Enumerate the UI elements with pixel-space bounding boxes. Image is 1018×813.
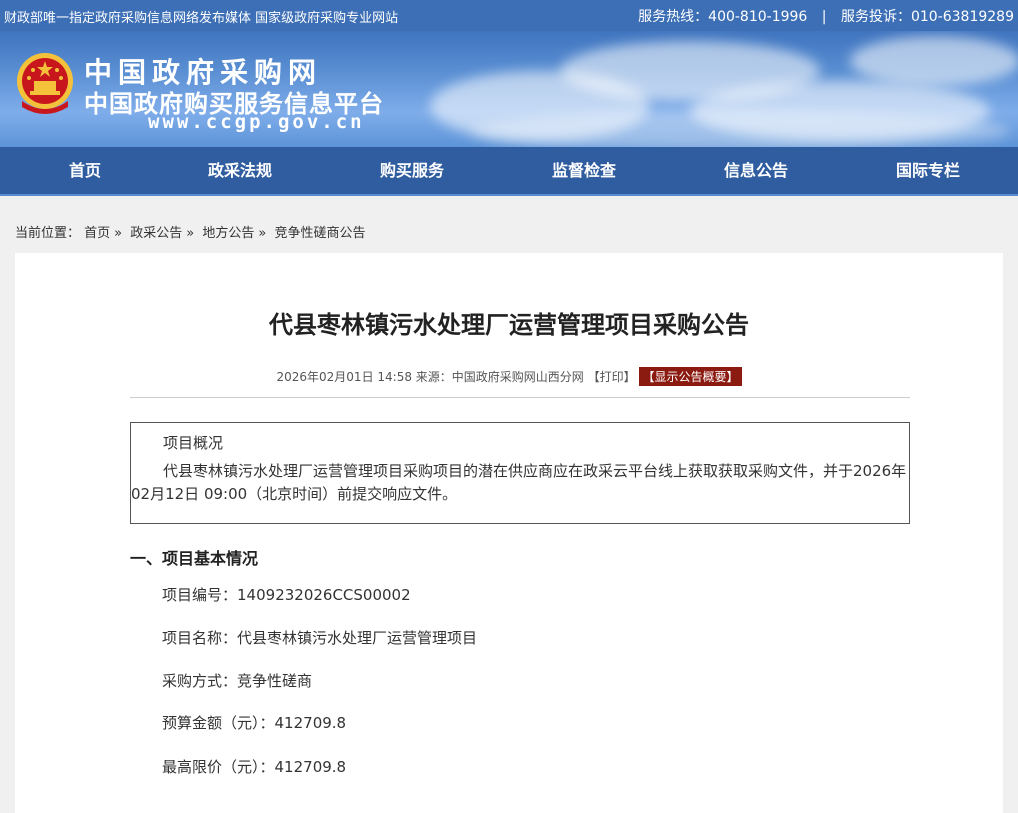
print-link[interactable]: 【打印】 [588, 370, 636, 384]
nav-international[interactable]: 国际专栏 [843, 147, 1013, 194]
field-project-number: 项目编号：1409232026CCS00002 [162, 584, 411, 605]
section-heading: 一、项目基本情况 [130, 549, 259, 568]
main-nav: 首页 政采法规 购买服务 监督检查 信息公告 国际专栏 [0, 147, 1018, 196]
field-value: 1409232026CCS00002 [237, 586, 411, 604]
field-label: 采购方式： [162, 672, 238, 690]
hotlines: 服务热线：400-810-1996 | 服务投诉：010-63819289 [638, 6, 1014, 26]
field-value: 412709.8 [274, 714, 347, 732]
nav-purchase-services[interactable]: 购买服务 [327, 147, 497, 194]
breadcrumb-arrow: » [258, 226, 267, 241]
field-value: 代县枣林镇污水处理厂运营管理项目 [237, 629, 478, 647]
breadcrumb-home[interactable]: 首页 [84, 226, 110, 241]
article-title: 代县枣林镇污水处理厂运营管理项目采购公告 [269, 311, 749, 339]
nav-home[interactable]: 首页 [0, 147, 170, 194]
service-hotline: 服务热线：400-810-1996 [638, 9, 808, 25]
field-budget: 预算金额（元）：412709.8 [162, 712, 346, 733]
site-slogan: 财政部唯一指定政府采购信息网络发布媒体 国家级政府采购专业网站 [4, 11, 399, 26]
hotline-separator: | [821, 9, 827, 25]
top-bar: 财政部唯一指定政府采购信息网络发布媒体 国家级政府采购专业网站 服务热线：400… [0, 0, 1018, 31]
complaint-hotline: 服务投诉：010-63819289 [840, 9, 1014, 25]
nav-announcements[interactable]: 信息公告 [671, 147, 841, 194]
divider [130, 397, 910, 398]
nav-regulations[interactable]: 政采法规 [155, 147, 325, 194]
field-label: 预算金额（元）： [162, 714, 275, 732]
breadcrumb-prefix: 当前位置： [15, 226, 81, 241]
logo-url: www.ccgp.gov.cn [148, 111, 365, 133]
article-panel: 代县枣林镇污水处理厂运营管理项目采购公告 2026年02月01日 14:58 来… [15, 253, 1003, 813]
field-label: 项目名称： [162, 629, 238, 647]
article-meta: 2026年02月01日 14:58 来源：中国政府采购网山西分网 【打印】 【显… [15, 367, 1003, 386]
field-procurement-method: 采购方式：竞争性磋商 [162, 670, 312, 691]
national-emblem-icon[interactable] [14, 51, 76, 117]
field-project-name: 项目名称：代县枣林镇污水处理厂运营管理项目 [162, 627, 477, 648]
site-banner: 中国政府采购网 中国政府购买服务信息平台 www.ccgp.gov.cn [0, 31, 1018, 147]
breadcrumb-current[interactable]: 竞争性磋商公告 [275, 226, 366, 241]
breadcrumb-arrow: » [186, 226, 195, 241]
breadcrumb: 当前位置： 首页 » 政采公告 » 地方公告 » 竞争性磋商公告 [15, 222, 366, 241]
nav-supervision[interactable]: 监督检查 [499, 147, 669, 194]
breadcrumb-arrow: » [114, 226, 123, 241]
field-value: 412709.8 [274, 758, 347, 776]
field-label: 最高限价（元）： [162, 758, 275, 776]
overview-text: 代县枣林镇污水处理厂运营管理项目采购项目的潜在供应商应在政采云平台线上获取获取采… [131, 462, 907, 503]
breadcrumb-local-announcements[interactable]: 地方公告 [202, 226, 254, 241]
project-overview-box: 项目概况 代县枣林镇污水处理厂运营管理项目采购项目的潜在供应商应在政采云平台线上… [130, 422, 910, 524]
field-max-price: 最高限价（元）：412709.8 [162, 756, 346, 777]
field-value: 竞争性磋商 [237, 672, 313, 690]
breadcrumb-gov-announcements[interactable]: 政采公告 [130, 226, 182, 241]
overview-heading: 项目概况 [163, 434, 224, 452]
show-summary-button[interactable]: 【显示公告概要】 [639, 367, 742, 386]
field-label: 项目编号： [162, 586, 238, 604]
publish-date: 2026年02月01日 14:58 [276, 370, 412, 384]
article-source: 来源：中国政府采购网山西分网 [415, 370, 584, 384]
